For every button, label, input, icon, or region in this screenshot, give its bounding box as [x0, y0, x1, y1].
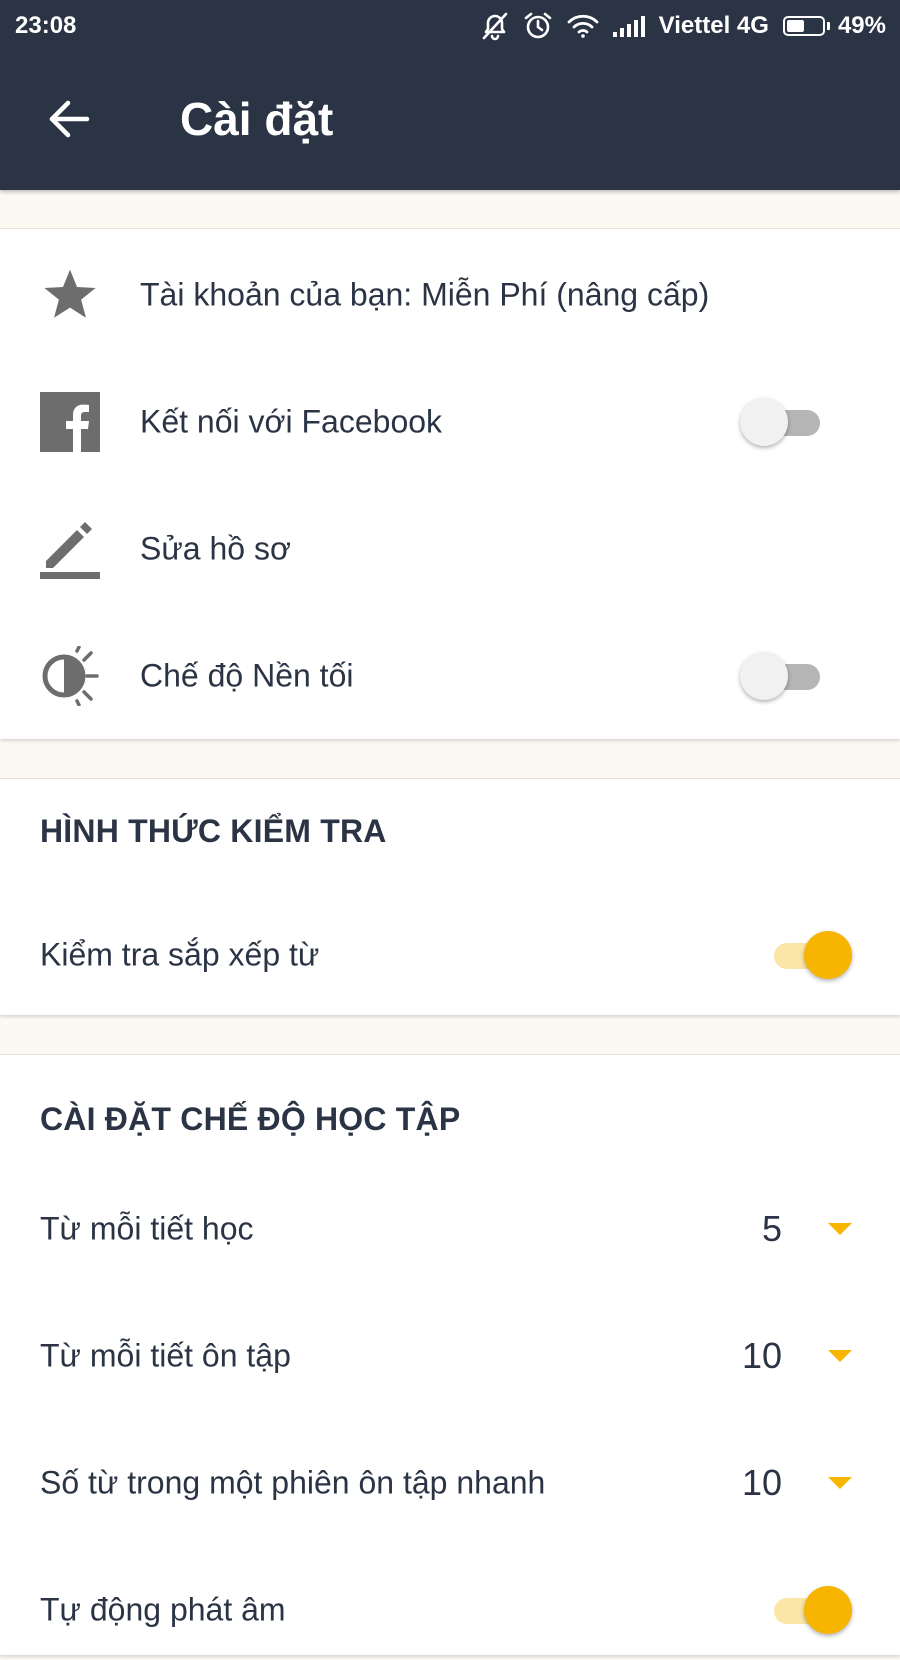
words-per-review-value[interactable]: 10 — [742, 1335, 782, 1377]
back-button[interactable] — [38, 88, 100, 150]
test-type-card: HÌNH THỨC KIỂM TRA Kiểm tra sắp xếp từ — [0, 778, 900, 1015]
carrier-label: Viettel 4G — [658, 12, 769, 39]
learning-section-title: CÀI ĐẶT CHẾ ĐỘ HỌC TẬP — [40, 1101, 461, 1137]
account-settings-card: Tài khoản của bạn: Miễn Phí (nâng cấp) K… — [0, 228, 900, 739]
facebook-connect-label: Kết nối với Facebook — [140, 403, 443, 440]
learning-settings-card: CÀI ĐẶT CHẾ ĐỘ HỌC TẬP Từ mỗi tiết học 5… — [0, 1054, 900, 1655]
edit-profile-label: Sửa hồ sơ — [140, 530, 291, 567]
facebook-toggle[interactable] — [740, 394, 832, 450]
dark-mode-label: Chế độ Nền tối — [140, 657, 354, 694]
word-order-test-label: Kiểm tra sắp xếp từ — [40, 936, 320, 973]
dark-mode-icon — [40, 646, 100, 706]
quick-review-words-label: Số từ trong một phiên ôn tập nhanh — [40, 1464, 546, 1501]
dropdown-caret-icon[interactable] — [828, 1223, 852, 1235]
battery-percent: 49% — [837, 12, 886, 39]
status-time: 23:08 — [15, 12, 77, 39]
alarm-icon — [523, 11, 553, 41]
auto-pronounce-label: Tự động phát âm — [40, 1591, 286, 1628]
status-bar: 23:08 Viettel 4G 49% — [0, 0, 900, 52]
test-section-title: HÌNH THỨC KIỂM TRA — [40, 813, 387, 849]
facebook-icon — [40, 392, 100, 452]
words-per-lesson-label: Từ mỗi tiết học — [40, 1210, 254, 1247]
words-per-review-row[interactable]: Từ mỗi tiết ôn tập 10 — [0, 1306, 900, 1406]
wifi-icon — [567, 13, 599, 39]
dark-mode-toggle[interactable] — [740, 648, 832, 704]
dark-mode-row[interactable]: Chế độ Nền tối — [0, 626, 900, 726]
star-icon — [40, 265, 100, 325]
words-per-lesson-value[interactable]: 5 — [762, 1208, 782, 1250]
edit-profile-row[interactable]: Sửa hồ sơ — [0, 499, 900, 599]
dropdown-caret-icon[interactable] — [828, 1477, 852, 1489]
signal-icon — [612, 15, 645, 37]
status-icons: Viettel 4G 49% — [481, 8, 886, 44]
facebook-connect-row[interactable]: Kết nối với Facebook — [0, 372, 900, 472]
notifications-off-icon — [481, 11, 509, 41]
edit-pencil-icon — [40, 519, 100, 579]
account-type-label: Tài khoản của bạn: Miễn Phí (nâng cấp) — [140, 276, 710, 313]
words-per-lesson-row[interactable]: Từ mỗi tiết học 5 — [0, 1179, 900, 1279]
page-title: Cài đặt — [180, 93, 334, 145]
arrow-back-icon — [49, 100, 90, 138]
auto-pronounce-row[interactable]: Tự động phát âm — [0, 1560, 900, 1660]
auto-pronounce-toggle[interactable] — [760, 1582, 852, 1638]
word-order-test-row[interactable]: Kiểm tra sắp xếp từ — [0, 905, 900, 1005]
dropdown-caret-icon[interactable] — [828, 1350, 852, 1362]
words-per-review-label: Từ mỗi tiết ôn tập — [40, 1337, 291, 1374]
quick-review-words-value[interactable]: 10 — [742, 1462, 782, 1504]
app-bar: 23:08 Viettel 4G 49% Cài đặt — [0, 0, 900, 190]
word-order-test-toggle[interactable] — [760, 927, 852, 983]
quick-review-words-row[interactable]: Số từ trong một phiên ôn tập nhanh 10 — [0, 1433, 900, 1533]
account-type-row[interactable]: Tài khoản của bạn: Miễn Phí (nâng cấp) — [0, 245, 900, 345]
battery-icon: 49% — [782, 12, 886, 40]
